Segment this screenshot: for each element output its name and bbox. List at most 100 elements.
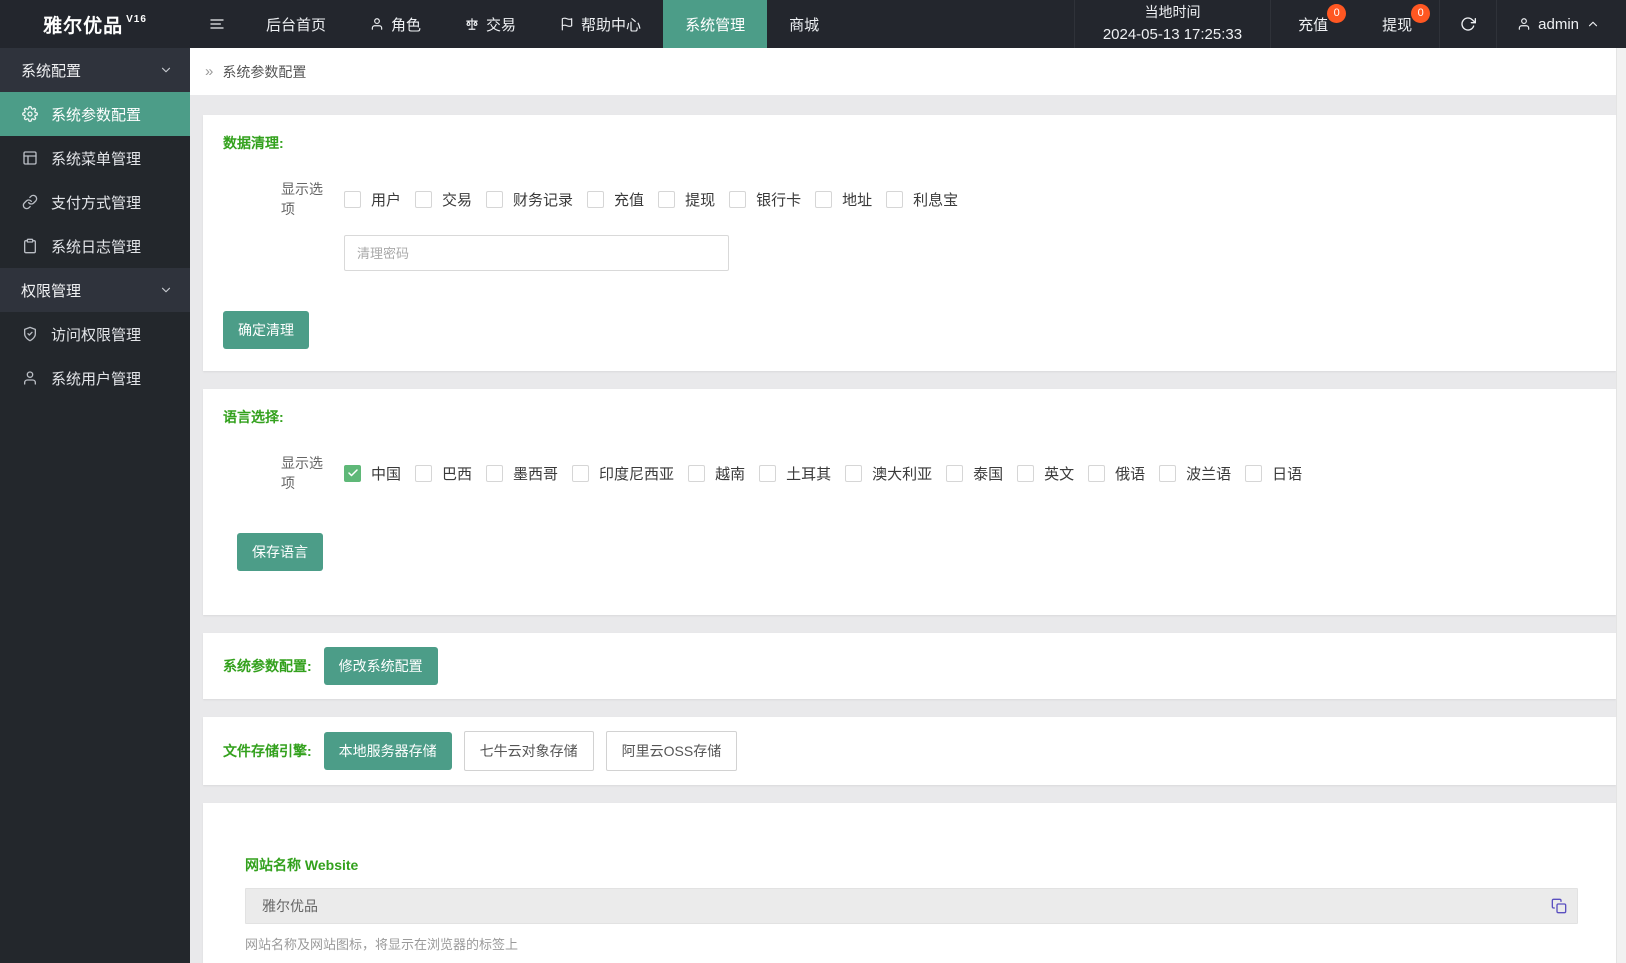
- checkbox-label: 土耳其: [786, 465, 832, 483]
- modify-system-config-button[interactable]: 修改系统配置: [323, 647, 438, 685]
- checkbox-option-withdrawals[interactable]: 提现: [658, 189, 715, 210]
- card-language-selection: 语言选择: 显示选项 中国 巴西 墨西哥 印度尼西亚 越南 土耳其 澳大利亚 泰…: [203, 389, 1616, 615]
- storage-qiniu-button[interactable]: 七牛云对象存储: [463, 731, 594, 771]
- sidebar-toggle-button[interactable]: [190, 0, 244, 48]
- top-nav: 后台首页 角色 交易 帮助中心 系统管理 商城: [190, 0, 841, 48]
- breadcrumb: » 系统参数配置: [190, 48, 1626, 95]
- local-time-value: 2024-05-13 17:25:33: [1102, 26, 1243, 44]
- sidebar-item-system-users[interactable]: 系统用户管理: [0, 356, 190, 400]
- checkbox-icon[interactable]: [886, 190, 904, 208]
- nav-tab-mall[interactable]: 商城: [767, 0, 841, 48]
- checkbox-option-vietnam[interactable]: 越南: [688, 463, 745, 484]
- page-title: 系统参数配置: [222, 63, 307, 80]
- checkbox-label: 印度尼西亚: [599, 465, 675, 483]
- confirm-cleaning-button[interactable]: 确定清理: [223, 311, 309, 349]
- admin-menu[interactable]: admin: [1496, 0, 1626, 48]
- checkbox-option-thailand[interactable]: 泰国: [946, 463, 1003, 484]
- sidebar-item-system-logs[interactable]: 系统日志管理: [0, 224, 190, 268]
- sidebar-item-system-params[interactable]: 系统参数配置: [0, 92, 190, 136]
- checkbox-icon[interactable]: [729, 190, 747, 208]
- cleaning-password-row: [344, 235, 1596, 271]
- sidebar-group-permissions[interactable]: 权限管理: [0, 268, 190, 312]
- checkbox-option-china[interactable]: 中国: [344, 463, 401, 484]
- checkbox-icon[interactable]: [1017, 464, 1035, 482]
- checkbox-icon[interactable]: [946, 464, 964, 482]
- data-cleaning-options-row: 显示选项 用户 交易 财务记录 充值 提现 银行卡 地址 利息宝: [281, 179, 1596, 219]
- language-title: 语言选择:: [223, 409, 284, 425]
- checkbox-icon[interactable]: [415, 464, 433, 482]
- sidebar: 系统配置 系统参数配置 系统菜单管理 支付方式管理 系统日志管理 权限管理 访问…: [0, 48, 190, 963]
- checkbox-option-mexico[interactable]: 墨西哥: [486, 463, 558, 484]
- nav-tab-system-management[interactable]: 系统管理: [663, 0, 768, 48]
- cleaning-password-input[interactable]: [344, 235, 729, 271]
- nav-tab-home[interactable]: 后台首页: [244, 0, 348, 48]
- top-bar: 雅尔优品 V16 后台首页 角色 交易 帮助中心 系统管理 商城 当地时间 20…: [0, 0, 1626, 48]
- checkbox-checked-icon[interactable]: [344, 464, 361, 482]
- save-language-button[interactable]: 保存语言: [237, 533, 323, 571]
- checkbox-label: 利息宝: [913, 191, 959, 209]
- top-bar-right: 当地时间 2024-05-13 17:25:33 充值 0 提现 0 admin: [1073, 0, 1626, 48]
- checkbox-label: 银行卡: [756, 191, 802, 209]
- checkbox-icon[interactable]: [415, 190, 433, 208]
- checkbox-label: 墨西哥: [513, 465, 559, 483]
- checkbox-icon[interactable]: [658, 190, 676, 208]
- checkbox-icon[interactable]: [759, 464, 777, 482]
- options-label: 显示选项: [281, 455, 323, 491]
- table-icon: [22, 150, 38, 166]
- recharge-button[interactable]: 充值 0: [1271, 0, 1355, 48]
- withdraw-badge: 0: [1411, 4, 1431, 23]
- system-params-title: 系统参数配置:: [223, 658, 312, 674]
- storage-local-button[interactable]: 本地服务器存储: [323, 732, 452, 770]
- checkbox-option-trades[interactable]: 交易: [415, 189, 472, 210]
- checkbox-icon[interactable]: [845, 464, 863, 482]
- nav-tab-trade[interactable]: 交易: [443, 0, 538, 48]
- content: 数据清理: 显示选项 用户 交易 财务记录 充值 提现 银行卡 地址 利息宝 清…: [190, 95, 1626, 963]
- nav-tab-help[interactable]: 帮助中心: [538, 0, 663, 48]
- app-logo[interactable]: 雅尔优品 V16: [0, 0, 190, 48]
- checkbox-icon[interactable]: [1088, 464, 1106, 482]
- sidebar-group-label: 权限管理: [21, 282, 82, 300]
- checkbox-option-bank-cards[interactable]: 银行卡: [729, 189, 801, 210]
- checkbox-option-recharges[interactable]: 充值: [587, 189, 644, 210]
- checkbox-icon[interactable]: [572, 464, 590, 482]
- checkbox-option-users[interactable]: 用户: [344, 189, 401, 210]
- hamburger-icon: [209, 16, 225, 32]
- checkbox-icon[interactable]: [344, 190, 361, 208]
- scales-icon: [465, 17, 479, 31]
- checkbox-icon[interactable]: [486, 190, 504, 208]
- user-icon: [370, 17, 384, 31]
- sidebar-item-label: 系统用户管理: [51, 370, 142, 388]
- checkbox-option-finance-records[interactable]: 财务记录: [486, 189, 573, 210]
- sidebar-item-system-menu[interactable]: 系统菜单管理: [0, 136, 190, 180]
- data-cleaning-title: 数据清理:: [223, 135, 284, 151]
- sidebar-group-system-config[interactable]: 系统配置: [0, 48, 190, 92]
- checkbox-icon[interactable]: [1245, 464, 1263, 482]
- checkbox-option-interest-treasure[interactable]: 利息宝: [886, 189, 958, 210]
- refresh-button[interactable]: [1439, 0, 1496, 48]
- checkbox-icon[interactable]: [1159, 464, 1177, 482]
- checkbox-label: 波兰语: [1186, 465, 1232, 483]
- withdraw-button[interactable]: 提现 0: [1355, 0, 1439, 48]
- checkbox-option-english[interactable]: 英文: [1017, 463, 1074, 484]
- vertical-scrollbar[interactable]: [1616, 48, 1626, 963]
- checkbox-option-brazil[interactable]: 巴西: [415, 463, 472, 484]
- checkbox-option-russian[interactable]: 俄语: [1088, 463, 1145, 484]
- checkbox-icon[interactable]: [587, 190, 605, 208]
- sidebar-item-payment-methods[interactable]: 支付方式管理: [0, 180, 190, 224]
- checkbox-option-addresses[interactable]: 地址: [815, 189, 872, 210]
- local-time-label: 当地时间: [1144, 3, 1201, 20]
- checkbox-option-indonesia[interactable]: 印度尼西亚: [572, 463, 674, 484]
- checkbox-option-australia[interactable]: 澳大利亚: [845, 463, 932, 484]
- storage-aliyun-oss-button[interactable]: 阿里云OSS存储: [605, 731, 738, 771]
- nav-tab-role[interactable]: 角色: [348, 0, 443, 48]
- website-name-input[interactable]: [245, 888, 1578, 924]
- checkbox-icon[interactable]: [688, 464, 706, 482]
- checkbox-option-japanese[interactable]: 日语: [1245, 463, 1302, 484]
- checkbox-option-polish[interactable]: 波兰语: [1159, 463, 1231, 484]
- recharge-label: 充值: [1298, 16, 1329, 34]
- checkbox-icon[interactable]: [486, 464, 504, 482]
- checkbox-icon[interactable]: [815, 190, 833, 208]
- sidebar-item-access-permissions[interactable]: 访问权限管理: [0, 312, 190, 356]
- copy-icon[interactable]: [1551, 898, 1567, 914]
- checkbox-option-turkey[interactable]: 土耳其: [759, 463, 831, 484]
